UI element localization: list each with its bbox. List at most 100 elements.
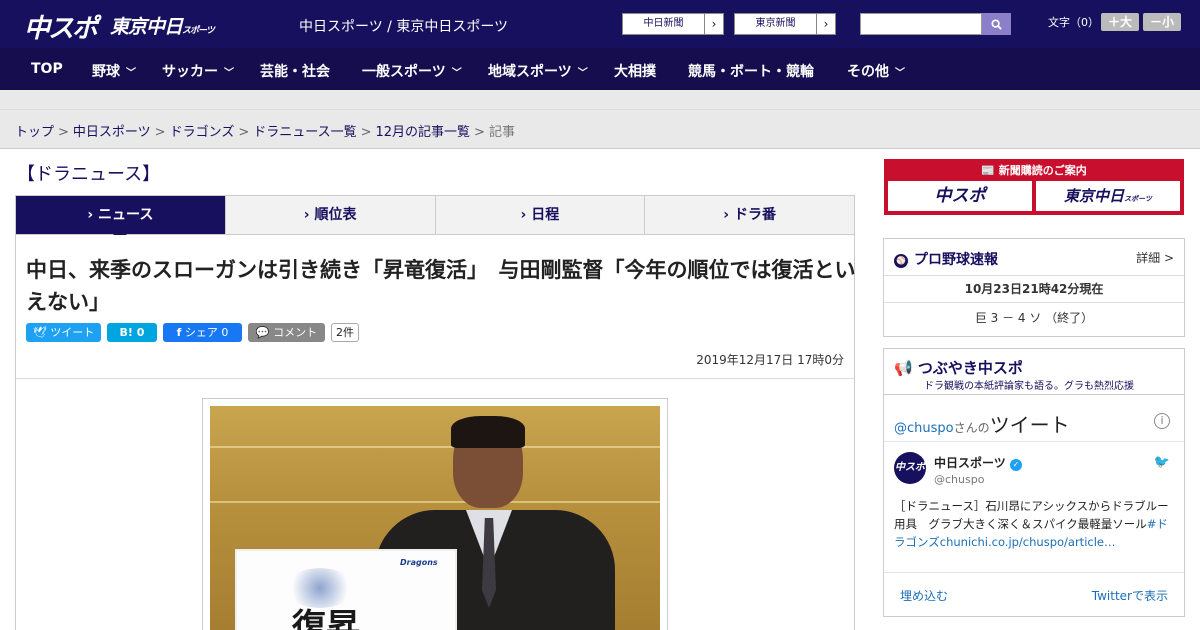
baseball-detail-link[interactable]: 詳細 > — [1136, 249, 1174, 266]
info-icon[interactable]: i — [1154, 413, 1170, 429]
nav-top[interactable]: TOP — [31, 61, 63, 77]
hatena-bookmark-button[interactable]: B! 0 — [107, 323, 157, 342]
nav-other-label: その他 — [847, 64, 889, 80]
tweet-text: ［ドラニュース］石川昂にアシックスからドラブルー用具 グラブ大きく深く＆スパイク… — [894, 497, 1176, 551]
nav-keiba-label: 競馬・ボート・競輪 — [688, 64, 814, 80]
tokyo-shimbun-link[interactable]: 東京新聞 › — [734, 13, 836, 35]
breadcrumb-dora-news-list[interactable]: ドラニュース一覧 — [253, 125, 356, 140]
chevron-down-icon: ﹀ — [577, 68, 588, 79]
avatar[interactable]: 中スポ — [894, 452, 926, 484]
tweet-account-handle[interactable]: @chuspo — [934, 473, 984, 486]
tab-news[interactable]: › ニュース — [16, 196, 226, 241]
breadcrumb-current: 記事 — [488, 125, 515, 140]
nav-entertainment-label: 芸能・社会 — [260, 64, 330, 80]
decor-line — [210, 446, 660, 448]
tweet-body: ［ドラニュース］石川昂にアシックスからドラブルー用具 グラブ大きく深く＆スパイク… — [894, 499, 1169, 531]
slogan-calligraphy: 復昇 — [292, 607, 360, 630]
tweet-account-name-text: 中日スポーツ — [934, 456, 1006, 470]
breadcrumb-separator: > — [360, 125, 372, 140]
baseball-live-title-text: プロ野球速報 — [914, 252, 998, 268]
timeline-header: @chuspoさんのツイート — [894, 409, 1070, 438]
tab-schedule-label: 日程 — [531, 207, 560, 223]
article-headline: 中日、来季のスローガンは引き続き「昇竜復活」 与田剛監督「今年の順位では復活とい… — [26, 258, 856, 314]
breadcrumb-separator: > — [474, 125, 485, 140]
chevron-right-icon: › — [723, 207, 734, 223]
breadcrumb-separator: > — [58, 125, 69, 140]
nav-top-label: TOP — [31, 61, 63, 77]
subscribe-title: 📰 新聞購読のご案内 — [884, 162, 1184, 178]
decor-line — [210, 501, 660, 503]
tab-dora-ban-label: ドラ番 — [733, 207, 776, 223]
chevron-down-icon: ﹀ — [224, 68, 234, 79]
nav-sumo[interactable]: 大相撲 — [614, 61, 656, 81]
font-size-label: 文字（0） — [1048, 16, 1099, 29]
breadcrumb: トップ > 中日スポーツ > ドラゴンズ > ドラニュース一覧 >12月の記事一覧 > 記事 — [15, 121, 515, 140]
tab-schedule[interactable]: › 日程 — [436, 196, 646, 234]
chevron-right-icon: › — [87, 207, 99, 223]
breadcrumb-top[interactable]: トップ — [15, 125, 54, 140]
comment-icon: 💬 — [255, 326, 270, 339]
tsubuyaki-box: 📢 つぶやき中スポ ドラ観戦の本紙評論家も語る。グラも熱烈応援 — [883, 348, 1185, 396]
photo-person-hair — [451, 416, 525, 448]
subscribe-tokyo-suffix: スポーツ — [1124, 195, 1152, 203]
nav-keiba[interactable]: 競馬・ボート・競輪 — [688, 61, 814, 81]
chunichi-shimbun-link[interactable]: 中日新聞 › — [622, 13, 724, 35]
search-input[interactable] — [860, 13, 982, 35]
hatena-icon: B! — [119, 326, 133, 339]
nav-general-sports[interactable]: 一般スポーツ ﹀ — [362, 61, 462, 81]
chevron-right-icon: › — [823, 17, 829, 31]
facebook-icon: f — [176, 326, 182, 339]
twitter-timeline: @chuspoさんのツイート i 中スポ 中日スポーツ ✓ @chuspo 🐦 … — [883, 394, 1185, 617]
chevron-down-icon: ﹀ — [895, 68, 905, 79]
breadcrumb-dragons[interactable]: ドラゴンズ — [170, 125, 235, 140]
breadcrumb-chunichi-sports[interactable]: 中日スポーツ — [73, 125, 151, 140]
subscribe-chuspo-button[interactable]: 中スポ — [888, 181, 1032, 211]
subscribe-tokyo-chunichi-button[interactable]: 東京中日スポーツ — [1036, 181, 1180, 211]
baseball-score[interactable]: 巨 3 － 4 ソ （終了） — [884, 309, 1184, 326]
chuspo-logo[interactable]: 中スポ — [24, 8, 98, 45]
breadcrumb-separator: > — [238, 125, 250, 140]
baseball-icon: ⚾ — [894, 254, 908, 268]
breadcrumb-december-list[interactable]: 12月の記事一覧 — [376, 125, 471, 140]
timeline-title: ツイート — [989, 413, 1070, 437]
nav-baseball-label: 野球 — [92, 64, 120, 80]
tweet-account-name[interactable]: 中日スポーツ ✓ — [934, 454, 1022, 471]
tsubuyaki-title: 📢 つぶやき中スポ — [894, 357, 1023, 378]
comment-button[interactable]: 💬 コメント — [248, 323, 325, 342]
tab-dora-ban[interactable]: › ドラ番 — [645, 196, 854, 234]
tab-standings-label: 順位表 — [314, 207, 357, 223]
nav-soccer[interactable]: サッカー ﹀ — [162, 61, 234, 81]
timeline-footer-divider — [884, 572, 1184, 573]
dragons-logo: Dragons — [400, 558, 438, 567]
nav-entertainment[interactable]: 芸能・社会 — [260, 61, 330, 81]
baseball-timestamp: 10月23日21時42分現在 — [884, 275, 1184, 303]
chevron-down-icon: ﹀ — [126, 68, 136, 79]
comment-count: 2件 — [331, 323, 359, 342]
timeline-handle-link[interactable]: @chuspo — [894, 421, 954, 436]
search-button[interactable] — [982, 13, 1011, 35]
font-larger-button[interactable]: ＋大 — [1101, 13, 1139, 31]
font-smaller-button[interactable]: －小 — [1143, 13, 1181, 31]
twitter-bird-icon[interactable]: 🐦 — [1154, 455, 1170, 470]
breadcrumb-separator: > — [154, 125, 166, 140]
chevron-down-icon: ﹀ — [451, 68, 462, 79]
tokyo-chunichi-logo[interactable]: 東京中日スポーツ — [110, 12, 215, 39]
view-on-twitter-link[interactable]: Twitterで表示 — [1092, 587, 1168, 604]
facebook-share-button[interactable]: f シェア 0 — [163, 323, 242, 342]
tweet-link[interactable]: chunichi.co.jp/chuspo/article… — [940, 535, 1116, 549]
embed-link[interactable]: 埋め込む — [900, 587, 948, 604]
tab-standings[interactable]: › 順位表 — [226, 196, 436, 234]
tab-news-label: ニュース — [98, 207, 154, 223]
section-title: 【ドラニュース】 — [17, 164, 161, 185]
nav-local-sports[interactable]: 地域スポーツ ﹀ — [488, 61, 588, 81]
article-photo[interactable]: 復昇 Dragons — [210, 406, 660, 630]
tweet-button-label: ツイート — [50, 326, 95, 339]
nav-baseball[interactable]: 野球 ﹀ — [92, 61, 136, 81]
article-divider — [16, 378, 854, 379]
tweet-button[interactable]: 🕊 ツイート — [26, 323, 101, 342]
subscribe-title-text: 新聞購読のご案内 — [998, 164, 1087, 177]
nav-other[interactable]: その他 ﹀ — [847, 61, 905, 81]
baseball-live-title: ⚾ プロ野球速報 — [894, 249, 998, 269]
subscribe-banner: 📰 新聞購読のご案内 中スポ 東京中日スポーツ — [884, 159, 1184, 215]
facebook-count: 0 — [221, 326, 229, 339]
